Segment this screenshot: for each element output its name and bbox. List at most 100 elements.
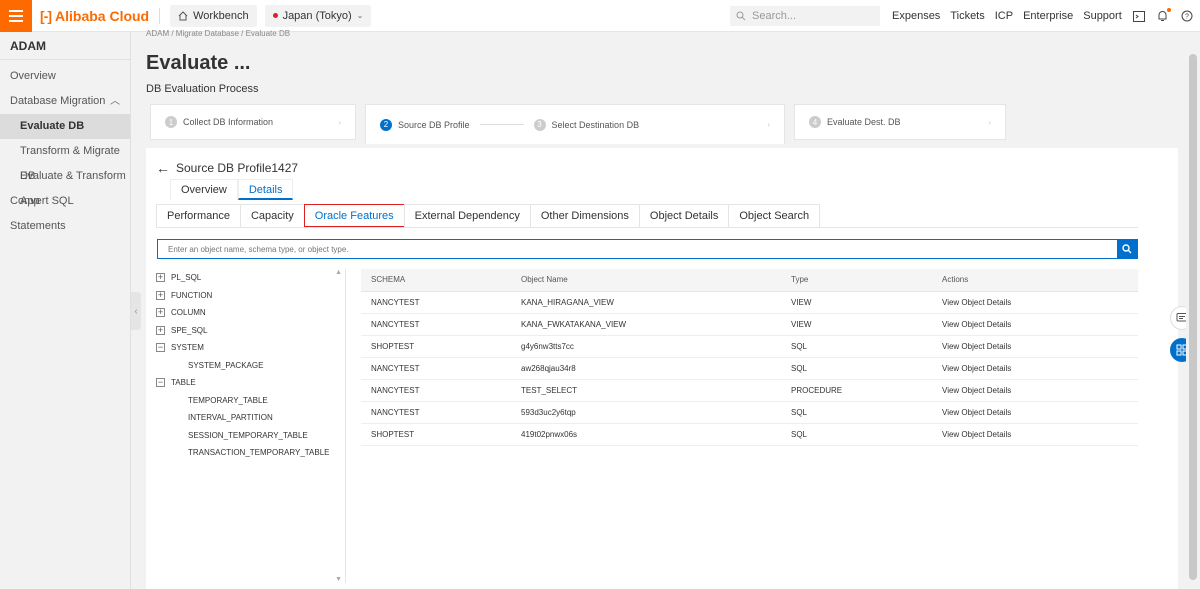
sidebar-item-overview[interactable]: Overview bbox=[0, 64, 130, 89]
tree-node-function[interactable]: + FUNCTION bbox=[156, 287, 345, 305]
column-header-object-name: Object Name bbox=[511, 269, 781, 292]
tree-node-temporary-table[interactable]: TEMPORARY_TABLE bbox=[156, 392, 345, 410]
sidebar-collapse-handle[interactable]: ‹ bbox=[131, 292, 141, 330]
view-object-details-link[interactable]: View Object Details bbox=[932, 291, 1138, 314]
cell-object-name: KANA_FWKATAKANA_VIEW bbox=[511, 313, 781, 336]
cell-schema: SHOPTEST bbox=[361, 335, 511, 358]
cell-type: SQL bbox=[781, 357, 932, 380]
page-scrollbar[interactable] bbox=[1186, 32, 1200, 589]
step-label: Collect DB Information bbox=[183, 117, 274, 127]
page-title: Evaluate ... bbox=[146, 52, 251, 74]
expand-icon[interactable]: + bbox=[156, 325, 165, 335]
objects-table: SCHEMA Object Name Type Actions NANCYTES… bbox=[361, 269, 1138, 446]
back-arrow-icon[interactable]: ← bbox=[156, 160, 170, 176]
link-icp[interactable]: ICP bbox=[995, 10, 1013, 22]
tree-node-transaction-temporary-table[interactable]: TRANSACTION_TEMPORARY_TABLE bbox=[156, 444, 345, 462]
step-number: 4 bbox=[809, 116, 821, 128]
breadcrumb[interactable]: ADAM / Migrate Database / Evaluate DB bbox=[146, 29, 290, 38]
tab-oracle-features[interactable]: Oracle Features bbox=[303, 204, 405, 227]
terminal-icon[interactable] bbox=[1132, 9, 1146, 23]
tree-node-system[interactable]: − SYSTEM bbox=[156, 339, 345, 357]
home-icon bbox=[178, 10, 188, 20]
table-row: SHOPTEST 419t02pnwx06s SQL View Object Deta… bbox=[361, 423, 1138, 446]
cell-type: VIEW bbox=[781, 291, 932, 314]
hamburger-menu-button[interactable] bbox=[0, 0, 32, 32]
scroll-down-icon[interactable]: ▼ bbox=[335, 576, 342, 583]
chevron-left-icon: ‹ bbox=[134, 305, 138, 317]
step-label: Evaluate Dest. DB bbox=[827, 117, 901, 127]
global-search[interactable]: Search... bbox=[730, 6, 880, 26]
step-collect-db-information[interactable]: 1 Collect DB Information › bbox=[150, 104, 356, 140]
step-number: 2 bbox=[380, 118, 392, 131]
bell-icon[interactable] bbox=[1156, 8, 1171, 23]
tab-overview[interactable]: Overview bbox=[170, 179, 238, 200]
tree-node-pl-sql[interactable]: + PL_SQL bbox=[156, 269, 345, 287]
cell-object-name: 419t02pnwx06s bbox=[511, 423, 781, 446]
alibaba-cloud-logo-icon: [-] bbox=[40, 7, 52, 24]
expand-icon[interactable]: + bbox=[156, 273, 165, 283]
view-object-details-link[interactable]: View Object Details bbox=[932, 379, 1138, 402]
search-icon bbox=[736, 11, 746, 21]
profile-panel: ← Source DB Profile1427 Overview Details… bbox=[146, 148, 1178, 589]
tree-node-spe-sql[interactable]: + SPE_SQL bbox=[156, 322, 345, 340]
sidebar-item-database-migration[interactable]: Database Migration ︿ bbox=[0, 89, 130, 114]
tab-performance[interactable]: Performance bbox=[156, 204, 241, 227]
object-search-input[interactable] bbox=[158, 240, 1117, 258]
cell-type: VIEW bbox=[781, 313, 932, 336]
brand-logo[interactable]: [-] Alibaba Cloud bbox=[40, 8, 149, 24]
collapse-icon[interactable]: − bbox=[156, 343, 165, 353]
view-object-details-link[interactable]: View Object Details bbox=[932, 357, 1138, 380]
tree-node-label: SYSTEM bbox=[171, 343, 204, 353]
tab-capacity[interactable]: Capacity bbox=[239, 204, 305, 227]
table-header-row: SCHEMA Object Name Type Actions bbox=[361, 269, 1138, 292]
help-icon[interactable]: ? bbox=[1180, 9, 1194, 23]
top-links: Expenses Tickets ICP Enterprise Support … bbox=[892, 0, 1200, 32]
collapse-icon[interactable]: − bbox=[156, 378, 165, 388]
link-enterprise[interactable]: Enterprise bbox=[1023, 10, 1073, 22]
table-body: NANCYTEST KANA_HIRAGANA_VIEW VIEW View Obje… bbox=[361, 291, 1138, 446]
cell-object-name: 593d3uc2y6tqp bbox=[511, 401, 781, 424]
scrollbar-thumb[interactable] bbox=[1189, 54, 1197, 580]
step-number: 3 bbox=[533, 118, 546, 131]
main-content: ADAM / Migrate Database / Evaluate DB Ev… bbox=[146, 29, 1178, 589]
tree-node-interval-partition[interactable]: INTERVAL_PARTITION bbox=[156, 409, 345, 427]
step-evaluate-dest-db[interactable]: 4 Evaluate Dest. DB › bbox=[794, 104, 1006, 140]
workbench-button[interactable]: Workbench bbox=[170, 4, 257, 27]
view-object-details-link[interactable]: View Object Details bbox=[932, 313, 1138, 336]
tab-other-dimensions[interactable]: Other Dimensions bbox=[529, 204, 640, 227]
sidebar-title: ADAM bbox=[0, 32, 130, 60]
tree-node-session-temporary-table[interactable]: SESSION_TEMPORARY_TABLE bbox=[156, 427, 345, 445]
view-object-details-link[interactable]: View Object Details bbox=[932, 335, 1138, 358]
page-subtitle: DB Evaluation Process bbox=[146, 83, 259, 95]
tree-node-label: PL_SQL bbox=[171, 273, 202, 283]
region-selector[interactable]: Japan (Tokyo) ⌄ bbox=[264, 4, 372, 27]
table-row: NANCYTEST KANA_FWKATAKANA_VIEW VIEW View Ob… bbox=[361, 313, 1138, 336]
link-support[interactable]: Support bbox=[1083, 10, 1122, 22]
table-row: NANCYTEST aw268qjau34r8 SQL View Object Det… bbox=[361, 357, 1138, 380]
tree-node-system-package[interactable]: SYSTEM_PACKAGE bbox=[156, 357, 345, 375]
link-expenses[interactable]: Expenses bbox=[892, 10, 940, 22]
search-button[interactable] bbox=[1117, 239, 1137, 259]
link-tickets[interactable]: Tickets bbox=[950, 10, 984, 22]
expand-icon[interactable]: + bbox=[156, 308, 165, 318]
tree-node-table[interactable]: − TABLE bbox=[156, 374, 345, 392]
tab-object-search[interactable]: Object Search bbox=[728, 204, 821, 227]
step-source-db-profile[interactable]: 2 Source DB Profile 3 Select Destination… bbox=[365, 104, 785, 144]
expand-icon[interactable]: + bbox=[156, 290, 165, 300]
tab-external-dependency[interactable]: External Dependency bbox=[403, 204, 531, 227]
tab-details[interactable]: Details bbox=[237, 179, 294, 200]
view-object-details-link[interactable]: View Object Details bbox=[932, 401, 1138, 424]
cell-schema: NANCYTEST bbox=[361, 401, 511, 424]
region-label: Japan (Tokyo) bbox=[282, 9, 352, 22]
sidebar-item-convert-sql[interactable]: Convert SQL Statements bbox=[0, 189, 130, 232]
tree-node-column[interactable]: + COLUMN bbox=[156, 304, 345, 322]
chevron-right-icon: › bbox=[338, 117, 341, 127]
sidebar-item-transform-migrate-db[interactable]: Transform & Migrate DB bbox=[0, 139, 130, 182]
sidebar-item-evaluate-transform-app[interactable]: Evaluate & Transform App bbox=[0, 164, 130, 207]
cell-object-name: aw268qjau34r8 bbox=[511, 357, 781, 380]
column-header-schema: SCHEMA bbox=[361, 269, 511, 292]
chevron-down-icon: ⌄ bbox=[356, 11, 364, 20]
view-object-details-link[interactable]: View Object Details bbox=[932, 423, 1138, 446]
tab-object-details[interactable]: Object Details bbox=[638, 204, 730, 227]
sidebar-item-evaluate-db[interactable]: Evaluate DB bbox=[0, 114, 130, 139]
